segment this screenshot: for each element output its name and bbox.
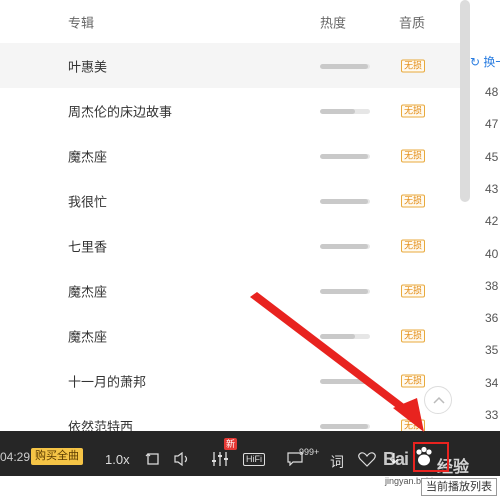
heat-bar <box>320 153 370 159</box>
album-link[interactable]: 依然范特西 <box>68 416 133 431</box>
heat-bar-fill <box>320 63 368 69</box>
swap-batch-link[interactable]: ↻ 换一 <box>470 53 500 70</box>
table-header: 专辑 热度 音质 <box>0 0 460 43</box>
album-link[interactable]: 我很忙 <box>68 191 107 210</box>
table-row[interactable]: 我很忙 无损 <box>0 178 460 223</box>
current-playlist-button[interactable] <box>413 442 449 472</box>
heat-bar-fill <box>320 198 368 204</box>
loop-mode-icon[interactable] <box>145 452 161 466</box>
heart-icon[interactable] <box>358 452 376 467</box>
heat-bar-fill <box>320 243 368 249</box>
buy-full-song-button[interactable]: 购买全曲 <box>31 448 83 465</box>
album-link[interactable]: 魔杰座 <box>68 146 107 165</box>
album-link[interactable]: 叶惠美 <box>68 56 107 75</box>
heat-bar-fill <box>320 288 368 294</box>
rank-number: 34 <box>485 375 499 390</box>
refresh-icon: ↻ <box>470 55 481 69</box>
table-row[interactable]: 依然范特西 无损 <box>0 403 460 431</box>
watermark-brand: Bai <box>383 449 409 469</box>
lossless-badge: 无损 <box>401 194 426 207</box>
heat-bar <box>320 423 370 429</box>
comment-count: 999+ <box>299 447 320 457</box>
heat-bar <box>320 198 370 204</box>
column-header-album[interactable]: 专辑 <box>68 12 94 31</box>
heat-bar-fill <box>320 153 368 159</box>
column-header-heat[interactable]: 热度 <box>320 12 346 31</box>
table-row[interactable]: 周杰伦的床边故事 无损 <box>0 88 460 133</box>
rank-number: 42 <box>485 214 499 229</box>
column-header-quality[interactable]: 音质 <box>399 12 425 31</box>
song-list: 专辑 热度 音质 叶惠美 无损 周杰伦的床边故事 无损 魔杰座 无损 我很忙 无损 七里香 无损魔… <box>0 0 460 431</box>
tooltip: 当前播放列表 <box>421 478 497 496</box>
lossless-badge: 无损 <box>401 59 426 72</box>
table-row[interactable]: 七里香 无损 <box>0 223 460 268</box>
lossless-badge: 无损 <box>401 284 426 297</box>
table-row[interactable]: 魔杰座 无损 <box>0 268 460 313</box>
heat-bar <box>320 108 370 114</box>
lossless-badge: 无损 <box>401 104 426 117</box>
current-time: 04:29 <box>0 450 31 464</box>
chevron-up-icon <box>433 396 445 404</box>
heat-bar <box>320 243 370 249</box>
heat-bar <box>320 63 370 69</box>
volume-icon[interactable] <box>174 452 192 466</box>
rank-number: 45 <box>485 149 499 164</box>
rank-number: 47 <box>485 117 499 132</box>
lossless-badge: 无损 <box>401 239 426 252</box>
lossless-badge: 无损 <box>401 419 426 431</box>
lossless-badge: 无损 <box>401 374 426 387</box>
album-link[interactable]: 周杰伦的床边故事 <box>68 101 172 120</box>
back-to-top-button[interactable] <box>424 386 452 414</box>
heat-bar <box>320 378 370 384</box>
rank-number: 35 <box>485 343 499 358</box>
album-link[interactable]: 十一月的萧邦 <box>68 371 146 390</box>
heat-bar-fill <box>320 333 355 339</box>
table-row[interactable]: 魔杰座 无损 <box>0 133 460 178</box>
rank-number: 40 <box>485 246 499 261</box>
lyrics-button[interactable]: 词 <box>330 452 344 472</box>
rank-number: 48 <box>485 85 499 99</box>
table-row[interactable]: 十一月的萧邦 无损 <box>0 358 460 403</box>
heat-bar-fill <box>320 108 355 114</box>
lossless-badge: 无损 <box>401 149 426 162</box>
table-row[interactable]: 叶惠美 无损 <box>0 43 460 88</box>
rank-number: 43 <box>485 181 499 196</box>
rank-number: 33 <box>485 408 499 422</box>
album-link[interactable]: 魔杰座 <box>68 326 107 345</box>
heat-bar <box>320 333 370 339</box>
album-link[interactable]: 魔杰座 <box>68 281 107 300</box>
heat-bar <box>320 288 370 294</box>
lossless-badge: 无损 <box>401 329 426 342</box>
album-link[interactable]: 七里香 <box>68 236 107 255</box>
list-scrollbar-thumb[interactable] <box>460 0 470 202</box>
equalizer-icon[interactable] <box>211 451 229 467</box>
playback-speed-button[interactable]: 1.0x <box>105 452 130 467</box>
heat-bar-fill <box>320 423 368 429</box>
heat-bar-fill <box>320 378 368 384</box>
new-badge: 新 <box>224 438 238 450</box>
table-row[interactable]: 魔杰座 无损 <box>0 313 460 358</box>
hifi-button[interactable]: HiFi <box>243 453 265 466</box>
rank-number: 36 <box>485 311 499 326</box>
rank-number: 38 <box>485 278 499 293</box>
